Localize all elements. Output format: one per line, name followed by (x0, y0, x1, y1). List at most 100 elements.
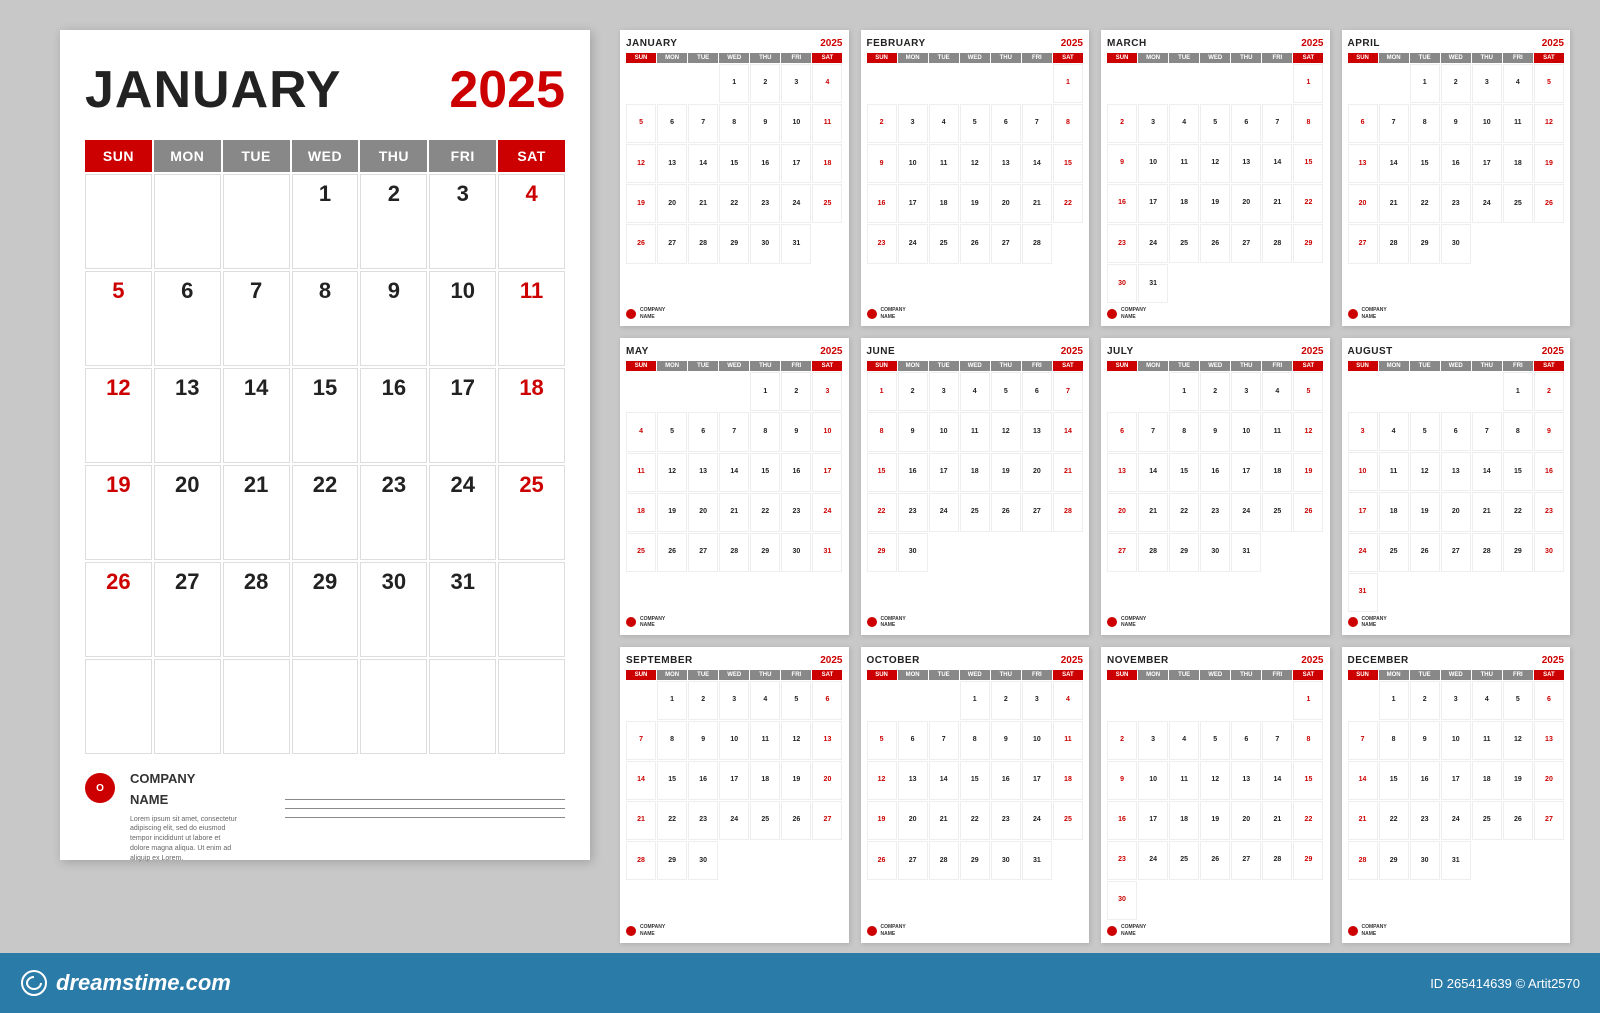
small-cell: 22 (719, 184, 749, 223)
small-month-name: JULY (1107, 346, 1134, 357)
small-dh-tue: TUE (1169, 53, 1199, 63)
main-month-label: JANUARY (85, 60, 341, 120)
small-cell: 29 (750, 533, 780, 572)
main-cal-cell: 11 (498, 271, 565, 366)
small-month-name: OCTOBER (867, 655, 920, 666)
small-cell: 14 (626, 761, 656, 800)
small-cal-header: JUNE2025 (867, 346, 1084, 357)
small-dh-sun: SUN (1107, 53, 1137, 63)
main-cal-cell: 23 (360, 465, 427, 560)
small-cell: 1 (750, 372, 780, 411)
small-cell: 22 (1293, 801, 1323, 840)
small-cell: 8 (1293, 721, 1323, 760)
small-year: 2025 (1301, 346, 1323, 357)
small-cell: 4 (929, 104, 959, 143)
small-cell (781, 841, 811, 880)
small-dh-sat: SAT (1053, 53, 1083, 63)
small-dh-wed: WED (719, 53, 749, 63)
small-cal-may: MAY2025SUNMONTUEWEDTHUFRISAT123456789101… (620, 338, 849, 634)
small-cell (929, 573, 959, 612)
small-cal-footer: COMPANYNAME (867, 307, 1084, 320)
small-cell: 14 (1379, 144, 1409, 183)
small-cell: 16 (1200, 453, 1230, 492)
small-cell: 1 (1293, 681, 1323, 720)
small-cal-february: FEBRUARY2025SUNMONTUEWEDTHUFRISAT1234567… (861, 30, 1090, 326)
small-days-header: SUNMONTUEWEDTHUFRISAT (867, 53, 1084, 63)
small-cell: 11 (1379, 452, 1409, 491)
small-cell: 16 (750, 144, 780, 183)
small-cell: 24 (781, 184, 811, 223)
small-cell: 27 (657, 224, 687, 263)
small-cell: 28 (929, 841, 959, 880)
small-cell: 8 (657, 721, 687, 760)
small-cell: 8 (960, 721, 990, 760)
small-dh-mon: MON (898, 53, 928, 63)
small-cell: 13 (657, 144, 687, 183)
small-cell: 11 (960, 412, 990, 451)
small-cell (867, 573, 897, 612)
small-cell: 6 (991, 104, 1021, 143)
small-cell: 16 (1410, 761, 1440, 800)
small-cell: 17 (812, 453, 842, 492)
small-cell: 30 (1410, 841, 1440, 880)
small-cell: 22 (657, 801, 687, 840)
day-header-thu: THU (360, 140, 427, 172)
small-dh-sat: SAT (1293, 53, 1323, 63)
small-cell: 19 (657, 493, 687, 532)
small-year: 2025 (1301, 655, 1323, 666)
small-cell (1138, 372, 1168, 411)
small-dh-tue: TUE (1410, 361, 1440, 371)
small-cell: 23 (867, 224, 897, 263)
small-cell: 21 (1022, 184, 1052, 223)
small-dh-sat: SAT (812, 53, 842, 63)
small-cell: 23 (1107, 841, 1137, 880)
small-cell: 11 (1262, 412, 1292, 451)
small-cell: 11 (1169, 761, 1199, 800)
small-cell: 21 (1262, 801, 1292, 840)
small-company-text: COMPANYNAME (881, 616, 906, 629)
small-cell (929, 881, 959, 920)
small-month-name: APRIL (1348, 38, 1381, 49)
small-cell: 24 (1441, 801, 1471, 840)
small-cell: 18 (812, 144, 842, 183)
small-cell (1472, 265, 1502, 304)
small-cell: 24 (929, 493, 959, 532)
small-days-header: SUNMONTUEWEDTHUFRISAT (1107, 53, 1324, 63)
small-cell: 25 (750, 801, 780, 840)
small-dh-mon: MON (1379, 670, 1409, 680)
small-cell: 8 (719, 104, 749, 143)
small-dh-thu: THU (1231, 53, 1261, 63)
small-cal-header: SEPTEMBER2025 (626, 655, 843, 666)
small-cell: 1 (1503, 372, 1533, 411)
small-cell: 3 (1138, 721, 1168, 760)
small-cal-grid: 1234567891011121314151617181920212223242… (1107, 372, 1324, 611)
small-cell (688, 372, 718, 411)
company-logo: O (85, 773, 115, 803)
small-cell: 5 (1410, 412, 1440, 451)
small-cell (1231, 264, 1261, 303)
small-cell (1379, 372, 1409, 411)
small-cell (1231, 64, 1261, 103)
small-cell: 22 (960, 801, 990, 840)
small-cell: 23 (991, 801, 1021, 840)
small-cell: 7 (1053, 372, 1083, 411)
small-cell: 12 (1503, 721, 1533, 760)
small-cell (1053, 881, 1083, 920)
small-cell: 28 (688, 224, 718, 263)
small-logo-box (867, 617, 877, 627)
small-cell: 15 (1503, 452, 1533, 491)
small-cal-grid: 1234567891011121314151617181920212223242… (1348, 681, 1565, 920)
small-cell: 23 (1107, 224, 1137, 263)
small-dh-wed: WED (1441, 53, 1471, 63)
small-cell: 12 (626, 144, 656, 183)
small-dh-thu: THU (1472, 670, 1502, 680)
small-cell: 16 (1107, 801, 1137, 840)
small-cal-footer: COMPANYNAME (1348, 616, 1565, 629)
small-cell: 15 (657, 761, 687, 800)
small-cell: 3 (1348, 412, 1378, 451)
small-logo-box (626, 309, 636, 319)
small-cell: 12 (1293, 412, 1323, 451)
small-days-header: SUNMONTUEWEDTHUFRISAT (1348, 361, 1565, 371)
line-1 (285, 799, 565, 800)
small-cell: 3 (1022, 681, 1052, 720)
